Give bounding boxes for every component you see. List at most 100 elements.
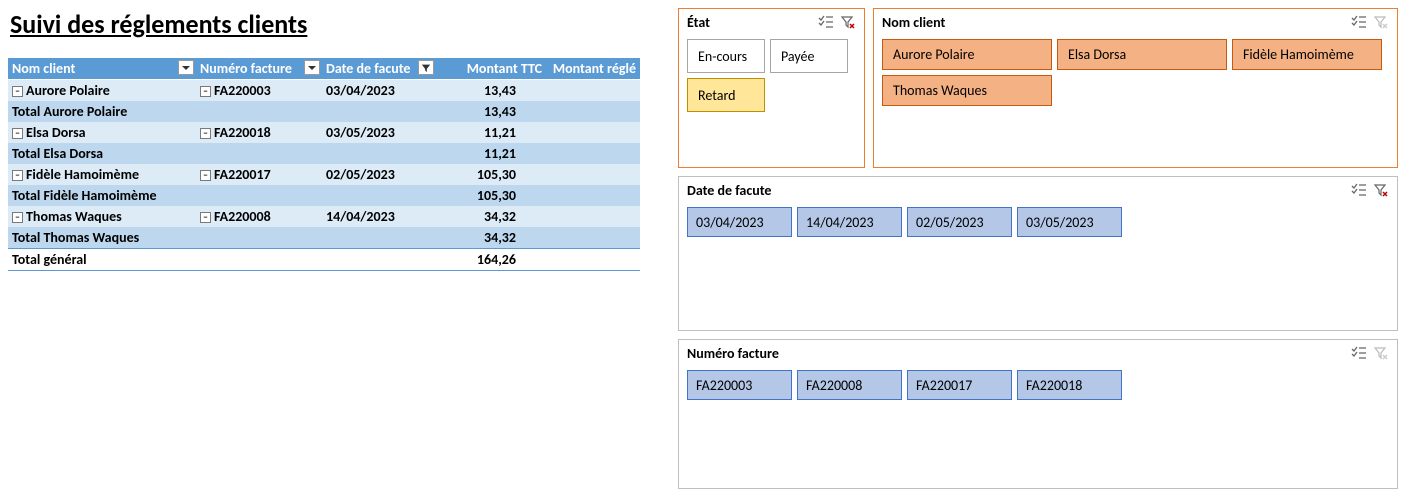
clear-filter-icon[interactable] [838, 13, 858, 31]
collapse-icon[interactable]: − [200, 128, 211, 139]
cell: 02/05/2023 [322, 164, 436, 185]
grand-total-row: Total général 164,26 [8, 249, 640, 271]
slicer-etat[interactable]: État En-cours Payée Retard [678, 8, 865, 168]
collapse-icon[interactable]: − [12, 128, 23, 139]
slicer-item-selected[interactable]: Thomas Waques [882, 75, 1052, 106]
pivot-header-row: Nom client Numéro facture Date de facute [8, 58, 640, 80]
cell: 11,21 [436, 143, 546, 164]
slicer-item-selected[interactable]: 03/05/2023 [1017, 207, 1122, 237]
collapse-icon[interactable]: − [200, 212, 211, 223]
cell: Total Fidèle Hamoimème [8, 185, 436, 206]
table-row: Total Aurore Polaire 13,43 [8, 101, 640, 122]
col-nom-client[interactable]: Nom client [8, 58, 196, 80]
cell [546, 206, 640, 227]
cell [546, 185, 640, 206]
cell: 105,30 [436, 164, 546, 185]
col-montant-ttc: Montant TTC [436, 58, 546, 80]
slicer-header: Nom client [874, 9, 1397, 33]
multiselect-icon[interactable] [1349, 13, 1369, 31]
collapse-icon[interactable]: − [12, 170, 23, 181]
table-row: −Fidèle Hamoimème −FA220017 02/05/2023 1… [8, 164, 640, 185]
cell: 11,21 [436, 122, 546, 143]
cell: FA220003 [214, 82, 271, 99]
cell [546, 80, 640, 102]
col-montant-regle: Montant réglé [546, 58, 640, 80]
cell: Total Thomas Waques [8, 227, 436, 249]
slicer-item-selected[interactable]: Aurore Polaire [882, 39, 1052, 70]
cell [546, 101, 640, 122]
slicer-item-selected[interactable]: 02/05/2023 [907, 207, 1012, 237]
cell: Elsa Dorsa [26, 124, 86, 141]
cell: Aurore Polaire [26, 82, 110, 99]
slicer-item-selected[interactable]: FA220018 [1017, 370, 1122, 400]
clear-filter-icon[interactable] [1371, 181, 1391, 199]
cell: FA220008 [214, 208, 271, 225]
collapse-icon[interactable]: − [200, 86, 211, 97]
slicer-item[interactable]: Payée [770, 39, 848, 73]
cell: Fidèle Hamoimème [26, 166, 139, 183]
col-date-facture[interactable]: Date de facute [322, 58, 436, 80]
cell: Thomas Waques [26, 208, 122, 225]
dropdown-icon[interactable] [304, 60, 320, 75]
slicer-item-selected[interactable]: 14/04/2023 [797, 207, 902, 237]
multiselect-icon[interactable] [1349, 344, 1369, 362]
slicer-numero-facture[interactable]: Numéro facture FA220003 FA220008 FA22001… [678, 339, 1398, 489]
table-row: Total Fidèle Hamoimème 105,30 [8, 185, 640, 206]
pivot-table: Nom client Numéro facture Date de facute [8, 58, 640, 271]
multiselect-icon[interactable] [1349, 181, 1369, 199]
col-label: Date de facute [326, 60, 410, 77]
clear-filter-icon[interactable] [1371, 344, 1391, 362]
collapse-icon[interactable]: − [200, 170, 211, 181]
cell [546, 143, 640, 164]
slicer-nom-client[interactable]: Nom client Aurore Polaire Elsa Dorsa Fid… [873, 8, 1398, 168]
cell [546, 122, 640, 143]
cell: Total Aurore Polaire [8, 101, 436, 122]
table-row: Total Elsa Dorsa 11,21 [8, 143, 640, 164]
slicer-title: Numéro facture [687, 345, 779, 362]
clear-filter-icon[interactable] [1371, 13, 1391, 31]
cell: 34,32 [436, 227, 546, 249]
table-row: Total Thomas Waques 34,32 [8, 227, 640, 249]
dropdown-icon[interactable] [178, 60, 194, 75]
slicer-item-selected[interactable]: Retard [687, 78, 765, 112]
cell: 105,30 [436, 185, 546, 206]
cell: 14/04/2023 [322, 206, 436, 227]
slicer-title: Date de facute [687, 182, 771, 199]
cell: 13,43 [436, 101, 546, 122]
cell [546, 249, 640, 271]
slicer-header: État [679, 9, 864, 33]
slicer-item-selected[interactable]: Fidèle Hamoimème [1232, 39, 1382, 70]
col-label: Nom client [12, 60, 75, 77]
slicer-title: Nom client [882, 14, 945, 31]
collapse-icon[interactable]: − [12, 212, 23, 223]
table-row: −Thomas Waques −FA220008 14/04/2023 34,3… [8, 206, 640, 227]
slicer-item-selected[interactable]: 03/04/2023 [687, 207, 792, 237]
slicer-item[interactable]: En-cours [687, 39, 765, 73]
cell: 13,43 [436, 80, 546, 102]
slicer-item-selected[interactable]: FA220017 [907, 370, 1012, 400]
collapse-icon[interactable]: − [12, 86, 23, 97]
slicer-item-selected[interactable]: FA220003 [687, 370, 792, 400]
slicer-item-selected[interactable]: FA220008 [797, 370, 902, 400]
table-row: −Aurore Polaire −FA220003 03/04/2023 13,… [8, 80, 640, 102]
cell [546, 164, 640, 185]
cell: 03/05/2023 [322, 122, 436, 143]
cell: FA220017 [214, 166, 271, 183]
cell: 34,32 [436, 206, 546, 227]
cell: 164,26 [436, 249, 546, 271]
slicer-date-facture[interactable]: Date de facute 03/04/2023 14/04/2023 02/… [678, 176, 1398, 331]
slicer-title: État [687, 14, 710, 31]
table-row: −Elsa Dorsa −FA220018 03/05/2023 11,21 [8, 122, 640, 143]
multiselect-icon[interactable] [816, 13, 836, 31]
filter-active-icon[interactable] [418, 60, 434, 75]
col-label: Numéro facture [200, 60, 292, 77]
col-label: Montant réglé [553, 60, 636, 77]
slicer-header: Date de facute [679, 177, 1397, 201]
cell: FA220018 [214, 124, 271, 141]
cell [546, 227, 640, 249]
cell: Total général [8, 249, 436, 271]
cell: 03/04/2023 [322, 80, 436, 102]
col-numero-facture[interactable]: Numéro facture [196, 58, 322, 80]
page-title: Suivi des réglements clients [10, 8, 648, 40]
slicer-item-selected[interactable]: Elsa Dorsa [1057, 39, 1227, 70]
